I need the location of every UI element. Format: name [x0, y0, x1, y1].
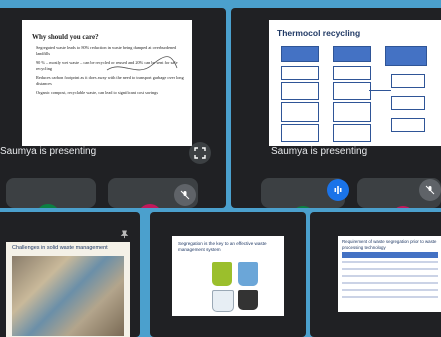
fullscreen-button[interactable]: [189, 142, 211, 164]
slide-1-bullet-4: Organic compost, recyclable waste, can l…: [36, 90, 158, 95]
diagram-node: [281, 46, 319, 62]
mic-off-icon: [180, 190, 190, 200]
diagram-node: [281, 102, 319, 122]
slide-3: Challenges in solid waste management: [6, 242, 130, 337]
slide-5: Requirement of waste segregation prior t…: [338, 236, 441, 312]
mic-off-icon: [425, 185, 435, 195]
mic-off-button-1[interactable]: [174, 184, 196, 206]
slide-1: Why should you care? Segregated waste le…: [22, 20, 192, 146]
slide-1-title: Why should you care?: [32, 33, 99, 41]
table-row: [342, 261, 438, 263]
slide-4-title: Segregation is the key to an effective w…: [178, 241, 267, 252]
presenter-label-2: Saumya is presenting: [271, 146, 368, 157]
speaking-indicator: [327, 179, 349, 201]
table-row: [342, 296, 438, 298]
diagram-node: [333, 82, 371, 100]
presenter-label-1: Saumya is presenting: [0, 146, 97, 157]
presentation-tile-3[interactable]: Challenges in solid waste management: [0, 212, 140, 337]
slide-5-title: Requirement of waste segregation prior t…: [342, 239, 437, 250]
diagram-node: [281, 82, 319, 100]
table-row: [342, 289, 438, 291]
table-row: [342, 282, 438, 284]
diagram-node: [391, 74, 425, 88]
slide-3-title: Challenges in solid waste management: [12, 245, 108, 251]
diagram-node: [391, 118, 425, 132]
table-row: [342, 268, 438, 270]
annotation-scribble: [106, 56, 178, 71]
presentation-tile-4[interactable]: Segregation is the key to an effective w…: [150, 212, 306, 337]
diagram-node: [385, 46, 427, 66]
bin-icon: [212, 262, 232, 286]
bin-icon: [212, 290, 234, 312]
presentation-tile-2[interactable]: Thermocol recycling Saumya is presenting: [231, 8, 441, 208]
presentation-tile-5[interactable]: Requirement of waste segregation prior t…: [310, 212, 441, 337]
speaking-icon: [334, 186, 342, 194]
table-row: [342, 275, 438, 277]
photo-collage: [12, 256, 124, 336]
table-header: [342, 252, 438, 258]
pin-button[interactable]: [118, 228, 130, 240]
slide-2-title: Thermocol recycling: [277, 28, 361, 38]
diagram-node: [281, 66, 319, 80]
presentation-tile-1[interactable]: Why should you care? Segregated waste le…: [0, 8, 226, 208]
diagram-node: [333, 102, 371, 122]
diagram-node: [333, 46, 371, 62]
pin-icon: [120, 229, 128, 238]
diagram-node: [281, 124, 319, 142]
bin-icon: [238, 262, 258, 286]
connector: [369, 90, 391, 91]
diagram-node: [333, 66, 371, 80]
diagram-node: [391, 96, 425, 110]
slide-2: Thermocol recycling: [269, 20, 441, 146]
mic-off-button-2[interactable]: [419, 179, 441, 201]
slide-4: Segregation is the key to an effective w…: [172, 236, 284, 316]
fullscreen-icon: [194, 147, 206, 159]
bin-icon: [238, 290, 258, 310]
diagram-node: [333, 124, 371, 142]
